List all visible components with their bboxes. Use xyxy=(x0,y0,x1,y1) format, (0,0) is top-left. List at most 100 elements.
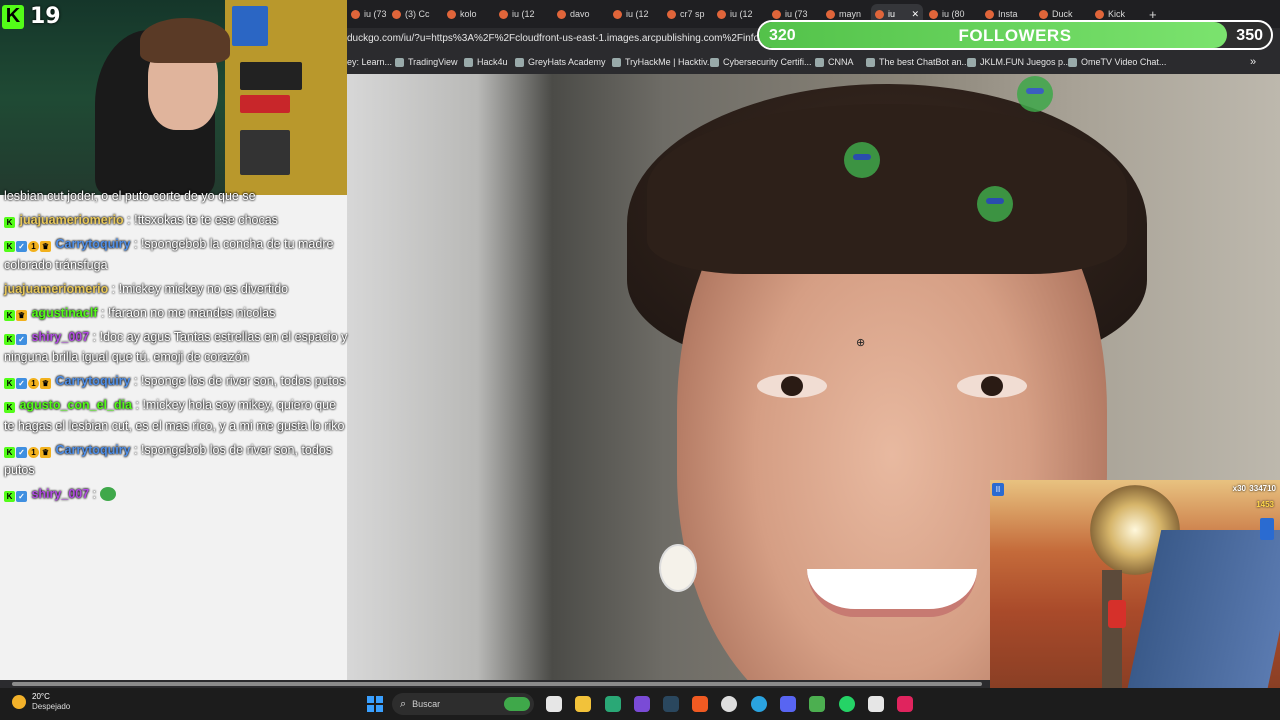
vscode-icon[interactable] xyxy=(605,696,621,712)
tab-label: kolo xyxy=(460,9,477,19)
file-explorer-icon[interactable] xyxy=(575,696,591,712)
bookmark-item[interactable]: The best ChatBot an... xyxy=(866,57,969,67)
zoom-cursor-icon: ⊕ xyxy=(856,337,866,349)
brave-icon[interactable] xyxy=(692,696,708,712)
bookmark-icon xyxy=(464,57,473,67)
telegram-icon[interactable] xyxy=(751,696,767,712)
gift-badge-icon: 1 xyxy=(28,241,39,252)
chat-username[interactable]: shiry_007 xyxy=(31,330,89,344)
chat-username[interactable]: juajuameriomerio xyxy=(4,282,108,296)
streamer-hair xyxy=(140,18,230,63)
tab-favicon-icon xyxy=(826,9,835,19)
browser-tab[interactable]: (3) Cc xyxy=(388,4,441,24)
kick-badge-icon: K xyxy=(4,309,15,321)
browser-tab[interactable]: davo xyxy=(553,4,607,24)
browser-tab[interactable]: cr7 sp xyxy=(663,4,711,24)
bookmark-label: TryHackMe | Hacktiv... xyxy=(625,57,715,67)
tab-label: iu (12 xyxy=(512,9,535,19)
viewer-number: 19 xyxy=(30,4,61,29)
crown-badge-icon: ♛ xyxy=(40,241,51,252)
ghost-emote-icon xyxy=(99,487,116,501)
chat-message: K ✓ 1 ♛ Carrytoquiry : !spongebob los de ri… xyxy=(4,442,333,477)
search-placeholder: Buscar xyxy=(412,699,441,709)
subway-surfers-gameplay: II x30 334710 1453 xyxy=(990,480,1280,720)
task-view-icon[interactable] xyxy=(546,696,562,712)
discord-icon[interactable] xyxy=(780,696,796,712)
chat-text: !mickey mickey no es divertido xyxy=(118,281,289,296)
chat-username[interactable]: Carrytoquiry xyxy=(55,374,130,388)
tiktok-icon[interactable] xyxy=(897,696,913,712)
chat-username[interactable]: Carrytoquiry xyxy=(55,237,130,251)
bookmarks-overflow-button[interactable]: » xyxy=(1250,56,1256,68)
bookmark-item[interactable]: CNNA xyxy=(815,57,854,67)
chat-message: K ✓ shiry_007 : !doc ay agus Tantas estre… xyxy=(4,329,348,364)
bookmark-item[interactable]: TryHackMe | Hacktiv... xyxy=(612,57,714,67)
gift-badge-icon: 1 xyxy=(28,446,39,458)
followers-label: FOLLOWERS xyxy=(958,26,1072,45)
bookmark-label: GreyHats Academy xyxy=(528,57,606,67)
browser-tab[interactable]: iu (12 xyxy=(713,4,766,24)
character-icon xyxy=(1260,518,1274,540)
bookmark-item[interactable]: Hack4u xyxy=(464,57,508,67)
pause-icon[interactable]: II xyxy=(992,483,1004,496)
tab-label: davo xyxy=(570,9,590,19)
windows-start-icon[interactable] xyxy=(367,696,383,712)
webcam-overlay: K 19 xyxy=(0,0,347,195)
scrollbar-thumb[interactable] xyxy=(12,682,982,686)
app-icon[interactable] xyxy=(634,696,650,712)
tab-favicon-icon xyxy=(1039,9,1048,19)
tab-label: iu xyxy=(888,9,896,19)
steam-icon[interactable] xyxy=(663,696,679,712)
tab-label: iu (73 xyxy=(364,9,386,19)
crown-badge-icon: ♛ xyxy=(40,446,51,458)
obs-icon[interactable] xyxy=(721,696,737,712)
chat-message: juajuameriomerio : !mickey mickey no es … xyxy=(4,281,289,296)
bookmark-icon xyxy=(815,57,824,67)
verified-badge-icon: ✓ xyxy=(16,446,27,458)
chat-username[interactable]: agustinaclf xyxy=(31,306,97,320)
tab-favicon-icon xyxy=(929,9,938,19)
whatsapp-icon[interactable] xyxy=(839,696,855,712)
ghost-emote-icon xyxy=(977,186,1013,222)
kick-badge-icon: K xyxy=(4,446,15,458)
close-tab-icon[interactable]: ✕ xyxy=(911,9,919,20)
bookmark-item[interactable]: JKLM.FUN Juegos p... xyxy=(967,57,1071,67)
viewer-count: K 19 xyxy=(2,4,61,29)
bookmark-item[interactable]: TradingView xyxy=(395,57,458,67)
address-url[interactable]: duckgo.com/iu/?u=https%3A%2F%2Fcloudfron… xyxy=(347,33,790,44)
bookmark-label: ey: Learn... xyxy=(347,57,393,67)
bookmark-icon xyxy=(866,57,875,67)
chat-username[interactable]: juajuameriomerio xyxy=(19,213,123,227)
chat-username[interactable]: Carrytoquiry xyxy=(55,443,130,457)
bookmark-icon xyxy=(515,57,524,67)
chat-username[interactable]: shiry_007 xyxy=(31,487,89,501)
bookmark-icon xyxy=(395,57,404,67)
verified-badge-icon: ✓ xyxy=(16,333,27,345)
gpu-box xyxy=(240,95,290,113)
app-icon[interactable] xyxy=(868,696,884,712)
chat-username[interactable]: agusto_con_el_dia xyxy=(19,398,132,412)
tab-label: cr7 sp xyxy=(680,9,705,19)
chat-message: K ✓ 1 ♛ Carrytoquiry : !sponge los de river… xyxy=(0,371,352,392)
kick-badge-icon: K xyxy=(4,491,15,502)
browser-tab[interactable]: iu (12 xyxy=(609,4,661,24)
weather-widget[interactable]: 20°C Despejado xyxy=(12,692,70,712)
bookmark-icon xyxy=(1068,57,1077,67)
bookmark-label: CNNA xyxy=(828,57,854,67)
chat-message: K ✓ 1 ♛ Carrytoquiry : !spongebob la concha… xyxy=(4,237,334,272)
bookmark-item[interactable]: Cybersecurity Certifi... xyxy=(710,57,812,67)
bookmark-item[interactable]: OmeTV Video Chat... xyxy=(1068,57,1166,67)
runner-character xyxy=(1108,600,1126,628)
browser-tab[interactable]: iu (73 xyxy=(347,4,386,24)
minecraft-icon[interactable] xyxy=(809,696,825,712)
followers-goal-bar: 320 FOLLOWERS 350 xyxy=(757,20,1273,50)
score-multiplier: x30 xyxy=(1232,484,1246,493)
browser-tab[interactable]: kolo xyxy=(443,4,493,24)
bookmark-item[interactable]: ey: Learn... xyxy=(347,57,392,67)
chat-message: K juajuameriomerio : !ttsxokas te te ese… xyxy=(0,210,352,231)
tab-favicon-icon xyxy=(717,9,726,19)
chat-message: K ♛ agustinaclf : !faraon no me mandes ni… xyxy=(0,303,352,324)
browser-tab[interactable]: iu (12 xyxy=(495,4,551,24)
bookmark-item[interactable]: GreyHats Academy xyxy=(515,57,606,67)
taskbar-search[interactable]: ⌕ Buscar xyxy=(392,693,534,715)
